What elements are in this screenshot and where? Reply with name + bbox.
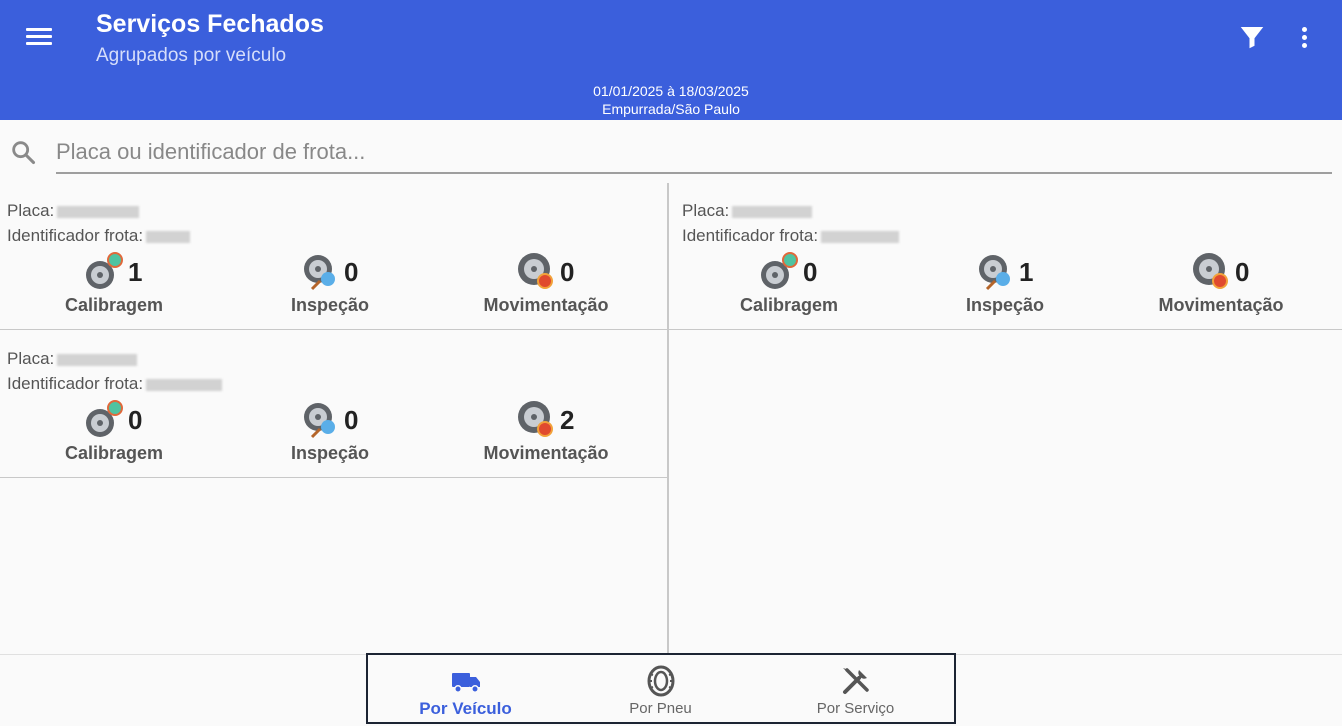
fleet-id-label: Identificador frota: (7, 226, 144, 245)
tire-movement-icon (518, 253, 553, 289)
vehicle-card[interactable]: Placa: Identificador frota: 0 Calibragem… (675, 183, 1342, 329)
page-title: Serviços Fechados (96, 10, 324, 38)
search-icon (9, 138, 37, 171)
tire-gauge-icon (761, 252, 798, 289)
nav-label: Por Veículo (419, 699, 512, 718)
fleet-id-redacted (146, 230, 191, 243)
vehicle-card[interactable]: Placa: Identificador frota: 0 Calibragem… (0, 331, 667, 477)
plate-label: Placa: (682, 201, 730, 220)
stat-count: 1 (1019, 257, 1034, 287)
fleet-id-redacted (821, 230, 900, 243)
stat-label: Movimentação (1158, 295, 1284, 315)
plate-value-redacted (57, 205, 140, 218)
stat-label: Movimentação (483, 443, 609, 463)
grid-divider (667, 183, 669, 653)
tire-gauge-icon (86, 400, 123, 437)
stat-count: 0 (560, 257, 575, 287)
tire-inspection-icon (979, 255, 1010, 291)
stat-count: 0 (128, 405, 143, 435)
vehicle-grid: Placa: Identificador frota: 1 Calibragem… (0, 183, 1342, 653)
search-input[interactable] (56, 132, 1332, 174)
tire-icon (647, 665, 675, 697)
stat-label: Inspeção (290, 443, 370, 463)
tools-icon (843, 668, 869, 694)
stat-label: Inspeção (965, 295, 1045, 315)
tire-inspection-icon (304, 255, 335, 291)
more-vert-icon[interactable] (1294, 24, 1314, 54)
tire-movement-icon (1193, 253, 1228, 289)
nav-por-veiculo[interactable]: Por Veículo (368, 655, 563, 722)
stat-label: Movimentação (483, 295, 609, 315)
stat-count: 0 (803, 257, 818, 287)
fleet-id-redacted (146, 378, 223, 391)
location-label: Empurrada/São Paulo (602, 101, 740, 117)
tire-movement-icon (518, 401, 553, 437)
bottom-navigation: Por Veículo Por Pneu Por Serviço (366, 653, 956, 724)
stat-count: 0 (344, 405, 359, 435)
fleet-id-label: Identificador frota: (7, 374, 144, 393)
filter-icon[interactable] (1237, 22, 1267, 54)
vehicle-card[interactable]: Placa: Identificador frota: 1 Calibragem… (0, 183, 667, 329)
stat-count: 2 (560, 405, 575, 435)
nav-label: Por Serviço (816, 700, 895, 717)
stat-count: 1 (128, 257, 143, 287)
nav-por-servico[interactable]: Por Serviço (758, 655, 953, 722)
tire-inspection-icon (304, 403, 335, 439)
app-bar: Serviços Fechados Agrupados por veículo … (0, 0, 1342, 120)
menu-icon[interactable] (24, 24, 54, 54)
plate-value-redacted (732, 205, 813, 218)
truck-icon (452, 673, 480, 693)
plate-label: Placa: (7, 349, 55, 368)
grid-divider (0, 477, 667, 478)
period-info: 01/01/2025 à 18/03/2025 Empurrada/São Pa… (0, 82, 1342, 118)
stat-count: 0 (1235, 257, 1250, 287)
date-range: 01/01/2025 à 18/03/2025 (593, 83, 749, 99)
stat-label: Calibragem (64, 295, 164, 315)
stat-label: Calibragem (739, 295, 839, 315)
page-subtitle: Agrupados por veículo (96, 45, 287, 66)
nav-por-pneu[interactable]: Por Pneu (563, 655, 758, 722)
stat-label: Inspeção (290, 295, 370, 315)
stat-label: Calibragem (64, 443, 164, 463)
nav-label: Por Pneu (629, 700, 692, 717)
plate-label: Placa: (7, 201, 55, 220)
plate-value-redacted (57, 353, 138, 366)
grid-divider (0, 329, 1342, 330)
fleet-id-label: Identificador frota: (682, 226, 819, 245)
tire-gauge-icon (86, 252, 123, 289)
stat-count: 0 (344, 257, 359, 287)
